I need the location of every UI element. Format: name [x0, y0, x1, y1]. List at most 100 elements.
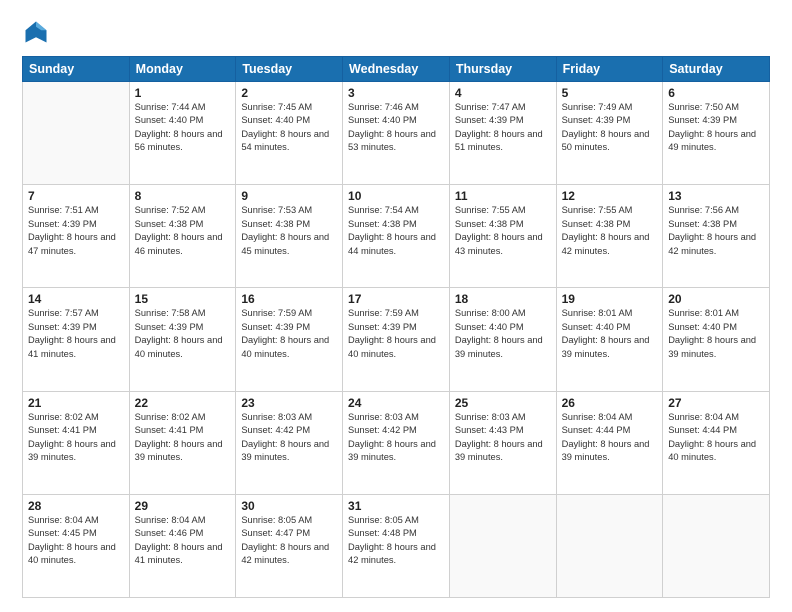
day-info: Sunrise: 8:04 AM Sunset: 4:45 PM Dayligh…: [28, 514, 124, 568]
calendar-day-cell: 24Sunrise: 8:03 AM Sunset: 4:42 PM Dayli…: [343, 391, 450, 494]
calendar-week-row: 21Sunrise: 8:02 AM Sunset: 4:41 PM Dayli…: [23, 391, 770, 494]
day-info: Sunrise: 8:02 AM Sunset: 4:41 PM Dayligh…: [28, 411, 124, 465]
day-number: 4: [455, 86, 551, 100]
day-number: 17: [348, 292, 444, 306]
calendar-day-cell: 13Sunrise: 7:56 AM Sunset: 4:38 PM Dayli…: [663, 185, 770, 288]
day-of-week-header: Sunday: [23, 57, 130, 82]
day-number: 11: [455, 189, 551, 203]
day-number: 8: [135, 189, 231, 203]
calendar-day-cell: 28Sunrise: 8:04 AM Sunset: 4:45 PM Dayli…: [23, 494, 130, 597]
day-info: Sunrise: 7:55 AM Sunset: 4:38 PM Dayligh…: [562, 204, 658, 258]
calendar-day-cell: 1Sunrise: 7:44 AM Sunset: 4:40 PM Daylig…: [129, 82, 236, 185]
calendar-day-cell: 30Sunrise: 8:05 AM Sunset: 4:47 PM Dayli…: [236, 494, 343, 597]
calendar-day-cell: 3Sunrise: 7:46 AM Sunset: 4:40 PM Daylig…: [343, 82, 450, 185]
day-of-week-header: Saturday: [663, 57, 770, 82]
day-number: 25: [455, 396, 551, 410]
day-number: 10: [348, 189, 444, 203]
day-info: Sunrise: 7:53 AM Sunset: 4:38 PM Dayligh…: [241, 204, 337, 258]
day-number: 18: [455, 292, 551, 306]
day-number: 16: [241, 292, 337, 306]
calendar-day-cell: 15Sunrise: 7:58 AM Sunset: 4:39 PM Dayli…: [129, 288, 236, 391]
day-of-week-header: Friday: [556, 57, 663, 82]
calendar-day-cell: [663, 494, 770, 597]
day-info: Sunrise: 7:47 AM Sunset: 4:39 PM Dayligh…: [455, 101, 551, 155]
calendar-day-cell: 6Sunrise: 7:50 AM Sunset: 4:39 PM Daylig…: [663, 82, 770, 185]
day-info: Sunrise: 7:58 AM Sunset: 4:39 PM Dayligh…: [135, 307, 231, 361]
day-info: Sunrise: 8:01 AM Sunset: 4:40 PM Dayligh…: [562, 307, 658, 361]
calendar-day-cell: 21Sunrise: 8:02 AM Sunset: 4:41 PM Dayli…: [23, 391, 130, 494]
day-number: 27: [668, 396, 764, 410]
calendar-day-cell: 8Sunrise: 7:52 AM Sunset: 4:38 PM Daylig…: [129, 185, 236, 288]
day-number: 21: [28, 396, 124, 410]
day-number: 13: [668, 189, 764, 203]
day-info: Sunrise: 7:56 AM Sunset: 4:38 PM Dayligh…: [668, 204, 764, 258]
calendar-day-cell: 12Sunrise: 7:55 AM Sunset: 4:38 PM Dayli…: [556, 185, 663, 288]
header: [22, 18, 770, 46]
day-info: Sunrise: 8:01 AM Sunset: 4:40 PM Dayligh…: [668, 307, 764, 361]
calendar-week-row: 14Sunrise: 7:57 AM Sunset: 4:39 PM Dayli…: [23, 288, 770, 391]
day-info: Sunrise: 8:05 AM Sunset: 4:48 PM Dayligh…: [348, 514, 444, 568]
day-info: Sunrise: 7:44 AM Sunset: 4:40 PM Dayligh…: [135, 101, 231, 155]
day-number: 26: [562, 396, 658, 410]
day-info: Sunrise: 7:59 AM Sunset: 4:39 PM Dayligh…: [241, 307, 337, 361]
day-number: 24: [348, 396, 444, 410]
day-info: Sunrise: 7:52 AM Sunset: 4:38 PM Dayligh…: [135, 204, 231, 258]
day-info: Sunrise: 7:46 AM Sunset: 4:40 PM Dayligh…: [348, 101, 444, 155]
day-info: Sunrise: 7:45 AM Sunset: 4:40 PM Dayligh…: [241, 101, 337, 155]
day-number: 19: [562, 292, 658, 306]
day-info: Sunrise: 7:59 AM Sunset: 4:39 PM Dayligh…: [348, 307, 444, 361]
calendar-day-cell: [23, 82, 130, 185]
day-info: Sunrise: 8:04 AM Sunset: 4:44 PM Dayligh…: [562, 411, 658, 465]
calendar-day-cell: 5Sunrise: 7:49 AM Sunset: 4:39 PM Daylig…: [556, 82, 663, 185]
day-number: 6: [668, 86, 764, 100]
day-number: 5: [562, 86, 658, 100]
calendar-day-cell: 18Sunrise: 8:00 AM Sunset: 4:40 PM Dayli…: [449, 288, 556, 391]
calendar-day-cell: 16Sunrise: 7:59 AM Sunset: 4:39 PM Dayli…: [236, 288, 343, 391]
calendar-day-cell: 9Sunrise: 7:53 AM Sunset: 4:38 PM Daylig…: [236, 185, 343, 288]
calendar-day-cell: 17Sunrise: 7:59 AM Sunset: 4:39 PM Dayli…: [343, 288, 450, 391]
calendar-day-cell: 27Sunrise: 8:04 AM Sunset: 4:44 PM Dayli…: [663, 391, 770, 494]
calendar-week-row: 1Sunrise: 7:44 AM Sunset: 4:40 PM Daylig…: [23, 82, 770, 185]
calendar-day-cell: 31Sunrise: 8:05 AM Sunset: 4:48 PM Dayli…: [343, 494, 450, 597]
day-of-week-header: Monday: [129, 57, 236, 82]
day-number: 30: [241, 499, 337, 513]
day-number: 31: [348, 499, 444, 513]
day-info: Sunrise: 7:57 AM Sunset: 4:39 PM Dayligh…: [28, 307, 124, 361]
day-info: Sunrise: 8:05 AM Sunset: 4:47 PM Dayligh…: [241, 514, 337, 568]
day-number: 9: [241, 189, 337, 203]
day-info: Sunrise: 7:51 AM Sunset: 4:39 PM Dayligh…: [28, 204, 124, 258]
day-info: Sunrise: 8:03 AM Sunset: 4:43 PM Dayligh…: [455, 411, 551, 465]
calendar-header-row: SundayMondayTuesdayWednesdayThursdayFrid…: [23, 57, 770, 82]
calendar-day-cell: [556, 494, 663, 597]
calendar-table: SundayMondayTuesdayWednesdayThursdayFrid…: [22, 56, 770, 598]
day-of-week-header: Wednesday: [343, 57, 450, 82]
day-number: 29: [135, 499, 231, 513]
calendar-day-cell: 4Sunrise: 7:47 AM Sunset: 4:39 PM Daylig…: [449, 82, 556, 185]
day-number: 28: [28, 499, 124, 513]
calendar-day-cell: 29Sunrise: 8:04 AM Sunset: 4:46 PM Dayli…: [129, 494, 236, 597]
logo: [22, 18, 54, 46]
day-info: Sunrise: 8:04 AM Sunset: 4:44 PM Dayligh…: [668, 411, 764, 465]
logo-icon: [22, 18, 50, 46]
calendar-week-row: 28Sunrise: 8:04 AM Sunset: 4:45 PM Dayli…: [23, 494, 770, 597]
day-number: 22: [135, 396, 231, 410]
calendar-day-cell: 26Sunrise: 8:04 AM Sunset: 4:44 PM Dayli…: [556, 391, 663, 494]
day-number: 12: [562, 189, 658, 203]
calendar-day-cell: 20Sunrise: 8:01 AM Sunset: 4:40 PM Dayli…: [663, 288, 770, 391]
day-number: 1: [135, 86, 231, 100]
day-info: Sunrise: 8:03 AM Sunset: 4:42 PM Dayligh…: [348, 411, 444, 465]
calendar-day-cell: 11Sunrise: 7:55 AM Sunset: 4:38 PM Dayli…: [449, 185, 556, 288]
calendar-day-cell: 14Sunrise: 7:57 AM Sunset: 4:39 PM Dayli…: [23, 288, 130, 391]
day-of-week-header: Tuesday: [236, 57, 343, 82]
day-info: Sunrise: 7:49 AM Sunset: 4:39 PM Dayligh…: [562, 101, 658, 155]
calendar-day-cell: 25Sunrise: 8:03 AM Sunset: 4:43 PM Dayli…: [449, 391, 556, 494]
calendar-day-cell: 23Sunrise: 8:03 AM Sunset: 4:42 PM Dayli…: [236, 391, 343, 494]
day-number: 20: [668, 292, 764, 306]
day-info: Sunrise: 8:00 AM Sunset: 4:40 PM Dayligh…: [455, 307, 551, 361]
day-info: Sunrise: 8:02 AM Sunset: 4:41 PM Dayligh…: [135, 411, 231, 465]
day-number: 14: [28, 292, 124, 306]
day-info: Sunrise: 7:55 AM Sunset: 4:38 PM Dayligh…: [455, 204, 551, 258]
day-info: Sunrise: 7:50 AM Sunset: 4:39 PM Dayligh…: [668, 101, 764, 155]
calendar-day-cell: [449, 494, 556, 597]
day-info: Sunrise: 8:04 AM Sunset: 4:46 PM Dayligh…: [135, 514, 231, 568]
